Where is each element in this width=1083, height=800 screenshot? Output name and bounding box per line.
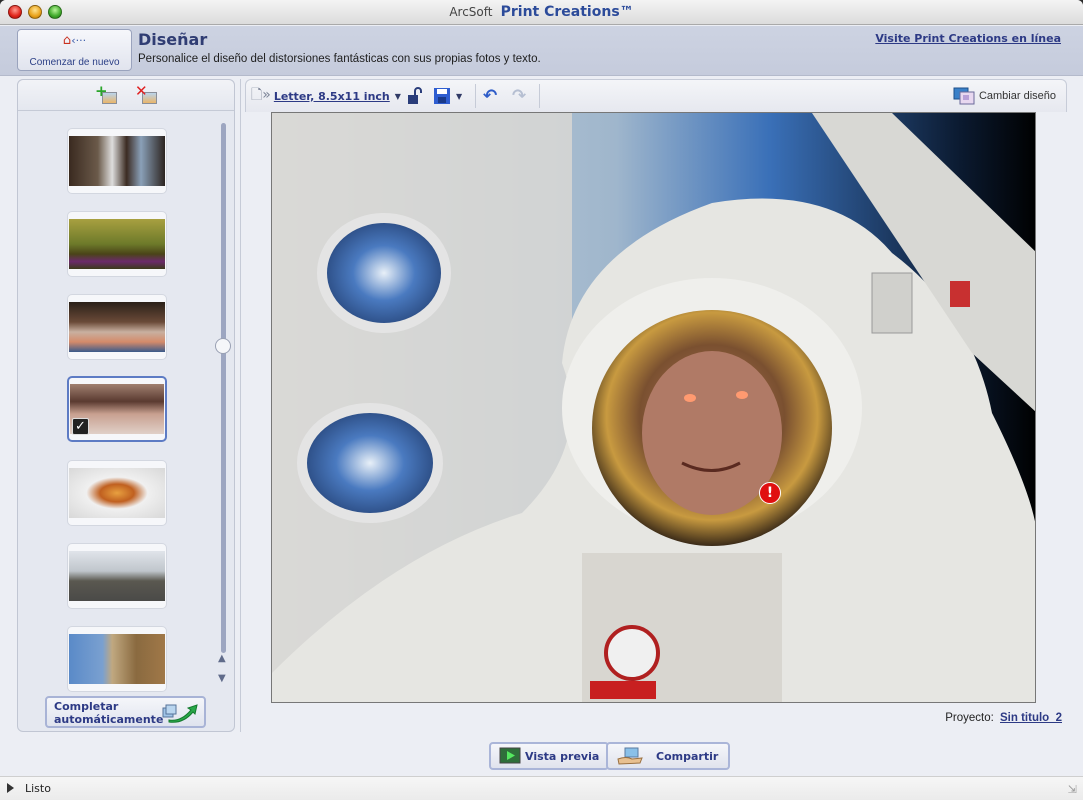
thumbnail-image	[69, 551, 165, 601]
thumbnail-scrollbar[interactable]	[221, 123, 226, 653]
chevron-down-icon[interactable]: ▼	[456, 92, 462, 101]
status-text: Listo	[25, 782, 51, 795]
start-over-button[interactable]: ⌂‹··· Comenzar de nuevo	[17, 29, 132, 71]
photo-tray-toolbar: + ✕	[18, 80, 234, 111]
zoom-window-button[interactable]	[48, 5, 62, 19]
preview-label: Vista previa	[525, 749, 600, 763]
toolbar-separator	[539, 84, 540, 108]
project-info: Proyecto: Sin titulo_2	[945, 712, 1062, 724]
page-subtitle: Personalice el diseño del distorsiones f…	[138, 53, 541, 65]
save-icon	[434, 88, 450, 104]
photo-thumbnail[interactable]	[67, 294, 167, 360]
redo-button[interactable]: ↷	[512, 80, 526, 112]
project-name-link[interactable]: Sin titulo_2	[1000, 712, 1062, 724]
thumbnail-image	[69, 302, 165, 352]
thumbnail-image	[69, 219, 165, 269]
app-window: ArcSoft Print Creations™ ⌂‹··· Comenzar …	[0, 0, 1083, 800]
photo-tray: + ✕ ✓ ▲ ▼ Completar automáticamente	[17, 79, 235, 732]
auto-fill-button[interactable]: Completar automáticamente	[45, 696, 206, 728]
share-hand-icon	[617, 747, 643, 765]
project-label: Proyecto:	[945, 712, 994, 724]
photo-thumbnail[interactable]	[67, 211, 167, 277]
undo-button[interactable]: ↶	[483, 80, 497, 112]
remove-photo-button[interactable]: ✕	[135, 82, 157, 104]
product-name: Print Creations™	[500, 4, 634, 20]
minimize-window-button[interactable]	[28, 5, 42, 19]
low-resolution-warning-icon[interactable]: !	[759, 482, 781, 504]
photo-thumbnail[interactable]	[67, 626, 167, 692]
selected-checkmark-icon[interactable]: ✓	[72, 418, 89, 435]
status-arrow-icon[interactable]	[7, 783, 14, 793]
change-design-label: Cambiar diseño	[978, 90, 1056, 102]
title-bar: ArcSoft Print Creations™	[0, 0, 1083, 25]
design-toolbar: 🗋» Letter, 8.5x11 inch ▼ ▼ ↶ ↷ Cambiar d…	[245, 79, 1067, 112]
preview-button[interactable]: Vista previa	[489, 742, 610, 770]
redo-icon: ↷	[512, 86, 527, 106]
change-design-button[interactable]: Cambiar diseño	[953, 80, 1056, 112]
page-size-dropdown[interactable]: 🗋» Letter, 8.5x11 inch ▼	[251, 80, 401, 112]
thumbnail-image	[69, 634, 165, 684]
astronaut-photo	[272, 113, 1035, 702]
thumbnail-scroll-thumb[interactable]	[215, 338, 231, 354]
share-label: Compartir	[656, 749, 719, 763]
close-window-button[interactable]	[8, 5, 22, 19]
plus-icon: +	[95, 82, 108, 100]
save-button[interactable]: ▼	[433, 80, 462, 112]
brand-name: ArcSoft	[449, 5, 493, 19]
share-button[interactable]: Compartir	[606, 742, 731, 770]
window-controls	[8, 5, 62, 19]
thumbnail-image	[69, 136, 165, 186]
unlock-icon	[408, 87, 422, 104]
toolbar-separator	[475, 84, 476, 108]
chevron-down-icon: ▼	[394, 91, 401, 101]
x-icon: ✕	[135, 82, 148, 100]
photo-thumbnail[interactable]	[67, 460, 167, 526]
header-bar: ⌂‹··· Comenzar de nuevo Diseñar Personal…	[0, 26, 1083, 76]
start-over-label: Comenzar de nuevo	[29, 57, 120, 68]
photo-thumbnail-selected[interactable]: ✓	[67, 376, 167, 442]
design-canvas[interactable]: !	[271, 112, 1036, 703]
photo-thumbnail[interactable]	[67, 128, 167, 194]
add-photo-button[interactable]: +	[95, 82, 117, 104]
auto-fill-arrow-icon	[162, 704, 198, 723]
page-title: Diseñar	[138, 30, 208, 49]
auto-fill-label-line1: Completar	[54, 700, 119, 713]
lock-button[interactable]	[406, 80, 424, 112]
auto-fill-label: Completar automáticamente	[54, 700, 163, 726]
resize-grip-icon[interactable]: ⇲	[1068, 783, 1077, 796]
auto-fill-label-line2: automáticamente	[54, 713, 164, 726]
photo-thumbnail[interactable]	[67, 543, 167, 609]
window-title: ArcSoft Print Creations™	[0, 0, 1083, 25]
page-icon: 🗋»	[251, 87, 271, 103]
scroll-up-arrow-icon[interactable]: ▲	[218, 653, 226, 664]
home-icon: ⌂‹···	[62, 33, 87, 48]
thumbnail-image	[69, 468, 165, 518]
status-bar: Listo ⇲	[0, 776, 1083, 800]
undo-icon: ↶	[483, 86, 498, 106]
panel-divider[interactable]	[240, 79, 241, 732]
page-size-label: Letter, 8.5x11 inch	[273, 89, 390, 103]
play-preview-icon	[499, 747, 521, 764]
scroll-down-arrow-icon[interactable]: ▼	[218, 673, 226, 684]
visit-online-link[interactable]: Visite Print Creations en línea	[875, 32, 1061, 45]
change-design-icon	[953, 87, 975, 105]
